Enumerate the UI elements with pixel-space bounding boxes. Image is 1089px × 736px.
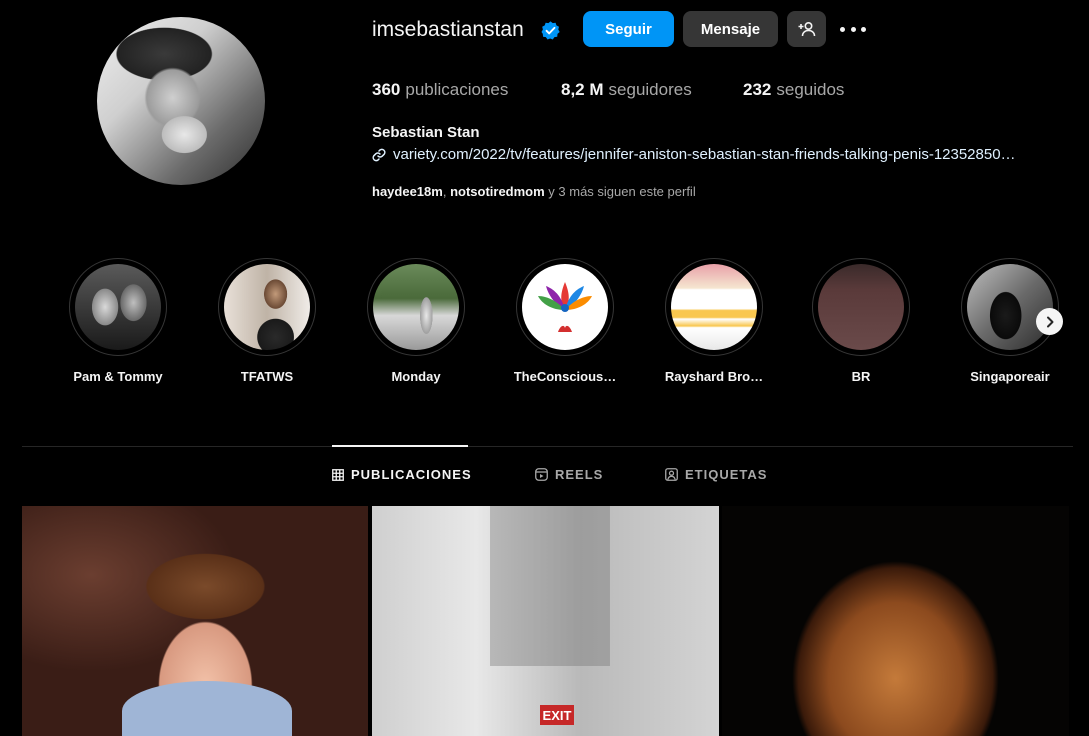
tab-etiquetas[interactable]: ETIQUETAS bbox=[665, 467, 767, 482]
post-image-detail bbox=[490, 506, 610, 666]
highlight-cover bbox=[75, 264, 161, 350]
highlight-cover bbox=[671, 264, 757, 350]
highlight-ring bbox=[69, 258, 167, 356]
reels-icon bbox=[535, 468, 548, 481]
tab-reels[interactable]: REELS bbox=[535, 467, 603, 482]
active-tab-indicator bbox=[332, 445, 468, 447]
followed-by-rest: y 3 más siguen este perfil bbox=[544, 184, 696, 199]
following-count: 232 bbox=[743, 80, 772, 99]
highlight-cover bbox=[373, 264, 459, 350]
highlight-label: TFATWS bbox=[240, 369, 294, 384]
followed-by-user-2[interactable]: notsotiredmom bbox=[450, 184, 545, 199]
highlight-monday[interactable]: Monday bbox=[341, 258, 491, 384]
highlight-ring bbox=[516, 258, 614, 356]
message-button[interactable]: Mensaje bbox=[683, 11, 778, 47]
followed-by-user-1[interactable]: haydee18m bbox=[372, 184, 443, 199]
highlight-cover bbox=[522, 264, 608, 350]
highlight-label: Rayshard Bro… bbox=[664, 369, 764, 384]
highlight-label: Singaporeair bbox=[970, 369, 1050, 384]
posts-label: publicaciones bbox=[405, 80, 509, 99]
highlight-label: BR bbox=[851, 369, 871, 384]
following-stat[interactable]: 232 seguidos bbox=[743, 79, 844, 101]
tab-label: REELS bbox=[555, 467, 604, 482]
posts-count-stat[interactable]: 360 publicaciones bbox=[372, 79, 508, 101]
highlight-cover bbox=[224, 264, 310, 350]
followers-count: 8,2 M bbox=[561, 80, 604, 99]
lotus-logo-icon bbox=[538, 282, 592, 332]
highlight-label: Pam & Tommy bbox=[73, 369, 163, 384]
add-user-icon bbox=[798, 21, 815, 37]
post-thumbnail[interactable] bbox=[372, 506, 719, 736]
highlight-cover bbox=[818, 264, 904, 350]
highlight-tfatws[interactable]: TFATWS bbox=[192, 258, 342, 384]
highlight-ring bbox=[665, 258, 763, 356]
post-thumbnail[interactable] bbox=[722, 506, 1069, 736]
chevron-right-icon bbox=[1046, 316, 1053, 327]
profile-link-text[interactable]: variety.com/2022/tv/features/jennifer-an… bbox=[393, 146, 1016, 163]
highlight-label: Monday bbox=[391, 369, 441, 384]
followed-by-separator: , bbox=[442, 184, 451, 199]
highlight-rayshard[interactable]: Rayshard Bro… bbox=[639, 258, 789, 384]
verified-badge-icon bbox=[541, 21, 560, 40]
highlight-br[interactable]: BR bbox=[786, 258, 936, 384]
followers-stat[interactable]: 8,2 Mseguidores bbox=[561, 79, 692, 101]
profile-username: imsebastianstan bbox=[372, 18, 524, 41]
tabs-divider bbox=[22, 446, 1073, 447]
highlight-theconscious[interactable]: TheConscious… bbox=[490, 258, 640, 384]
suggest-similar-button[interactable] bbox=[787, 11, 826, 47]
highlight-ring bbox=[218, 258, 316, 356]
follow-button[interactable]: Seguir bbox=[583, 11, 674, 47]
profile-full-name: Sebastian Stan bbox=[372, 124, 480, 141]
highlight-ring bbox=[367, 258, 465, 356]
highlight-pam-tommy[interactable]: Pam & Tommy bbox=[43, 258, 193, 384]
tab-label: PUBLICACIONES bbox=[351, 467, 472, 482]
post-thumbnail[interactable] bbox=[22, 506, 368, 736]
highlight-cover bbox=[967, 264, 1053, 350]
highlights-next-button[interactable] bbox=[1036, 308, 1063, 335]
tagged-icon bbox=[665, 468, 678, 481]
tab-publicaciones[interactable]: PUBLICACIONES bbox=[332, 467, 472, 482]
followers-label: seguidores bbox=[608, 80, 692, 99]
highlight-ring bbox=[961, 258, 1059, 356]
link-icon bbox=[372, 148, 386, 161]
highlight-ring bbox=[812, 258, 910, 356]
highlight-label: TheConscious… bbox=[513, 369, 617, 384]
more-options-icon[interactable] bbox=[840, 18, 866, 40]
followed-by-text[interactable]: haydee18m, notsotiredmom y 3 más siguen … bbox=[372, 184, 696, 199]
post-image-detail bbox=[122, 681, 292, 736]
posts-count: 360 bbox=[372, 80, 401, 99]
exit-sign: EXIT bbox=[540, 705, 574, 725]
tab-label: ETIQUETAS bbox=[685, 467, 768, 482]
profile-avatar[interactable] bbox=[97, 17, 265, 185]
profile-link[interactable]: variety.com/2022/tv/features/jennifer-an… bbox=[372, 146, 1016, 163]
following-label: seguidos bbox=[776, 80, 845, 99]
grid-icon bbox=[332, 468, 344, 481]
